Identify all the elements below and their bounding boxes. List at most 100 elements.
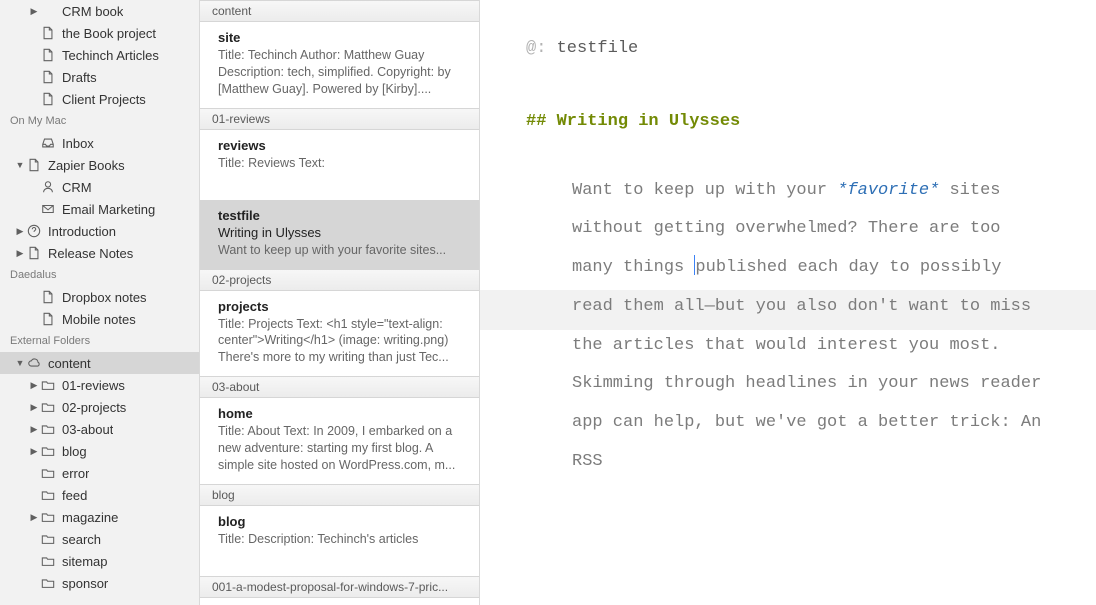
file-title: blog [218,514,465,529]
sidebar-item-icon [40,311,56,327]
sidebar-item-label: 02-projects [62,400,126,415]
sidebar-item-icon [40,69,56,85]
folder-icon [41,532,55,546]
sidebar-item-label: sponsor [62,576,108,591]
sidebar-item[interactable]: feed [0,484,199,506]
file-group-header: 001-a-modest-proposal-for-windows-7-pric… [200,576,479,598]
disclosure-right-icon[interactable]: ▶ [24,380,44,391]
file-list-item[interactable]: projects Title: Projects Text: <h1 style=… [200,291,479,377]
file-title: home [218,406,465,421]
sidebar-item[interactable]: ▶ blog [0,440,199,462]
keyword-line: @: testfile [526,30,1046,69]
file-list-item[interactable]: articletitle: A Modest Proposal for Wind… [200,598,479,605]
sidebar-item[interactable]: ▶ Release Notes [0,242,199,264]
disclosure-right-icon[interactable]: ▶ [24,446,44,457]
sidebar-item-label: Email Marketing [62,202,155,217]
editor[interactable]: @: testfile ## Writing in Ulysses Want t… [480,0,1096,605]
disclosure-right-icon[interactable]: ▶ [10,248,30,259]
folder-icon [41,554,55,568]
file-list: content site Title: Techinch Author: Matth… [200,0,480,605]
folder-icon [41,488,55,502]
sidebar-item[interactable]: ▶ 03-about [0,418,199,440]
sidebar-item[interactable]: ▼ content [0,352,199,374]
folder-icon [41,466,55,480]
sidebar-item[interactable]: ▶01-reviews [0,374,199,396]
sidebar-item[interactable]: ▶ CRM book [0,0,199,22]
disclosure-right-icon[interactable]: ▶ [24,6,44,17]
sidebar-item[interactable]: Inbox [0,132,199,154]
body-emphasis: *favorite* [837,181,939,200]
file-title: projects [218,299,465,314]
sidebar-item-icon [40,135,56,151]
body-after: published each day to possibly read them… [572,258,1041,471]
disclosure-right-icon[interactable]: ▶ [24,424,44,435]
doc-icon [41,92,55,106]
file-list-item[interactable]: site Title: Techinch Author: Matthew Guay… [200,22,479,108]
file-group-header: content [200,0,479,22]
file-preview: Title: About Text: In 2009, I embarked o… [218,423,465,474]
person-icon [41,180,55,194]
sidebar-item[interactable]: search [0,528,199,550]
sidebar-item-label: CRM book [62,4,123,19]
sidebar-item[interactable]: Techinch Articles [0,44,199,66]
sidebar-item-label: Mobile notes [62,312,136,327]
disclosure-down-icon[interactable]: ▼ [10,358,30,368]
sidebar-item-label: Zapier Books [48,158,125,173]
doc-icon [41,70,55,84]
file-title: testfile [218,208,465,223]
doc-icon [41,290,55,304]
sidebar-item-label: 03-about [62,422,113,437]
file-preview: Title: Projects Text: <h1 style="text-al… [218,316,465,367]
file-preview: Title: Techinch Author: Matthew Guay Des… [218,47,465,98]
file-preview: Title: Description: Techinch's articles [218,531,465,548]
sidebar-item[interactable]: sitemap [0,550,199,572]
editor-body[interactable]: Want to keep up with your *favorite* sit… [526,172,1046,482]
sidebar-item[interactable]: ▶magazine [0,506,199,528]
sidebar-item-label: the Book project [62,26,156,41]
disclosure-right-icon[interactable]: ▶ [24,402,44,413]
file-title: reviews [218,138,465,153]
file-list-item[interactable]: testfileWriting in UlyssesWant to keep u… [200,200,479,269]
inbox-icon [41,136,55,150]
sidebar-item[interactable]: the Book project [0,22,199,44]
sidebar-item-icon [40,201,56,217]
sidebar-item[interactable]: error [0,462,199,484]
file-list-item[interactable]: reviewsTitle: Reviews Text: [200,130,479,200]
sidebar-item[interactable]: Email Marketing [0,198,199,220]
sidebar: ▶ CRM book the Book project Techinch Articl… [0,0,200,605]
sidebar-item[interactable]: ▶Introduction [0,220,199,242]
sidebar-item[interactable]: CRM [0,176,199,198]
doc-icon [41,312,55,326]
sidebar-item[interactable]: ▶ 02-projects [0,396,199,418]
doc-icon [41,26,55,40]
disclosure-down-icon[interactable]: ▼ [10,160,30,170]
sidebar-item[interactable]: ▼ Zapier Books [0,154,199,176]
sidebar-item-label: error [62,466,89,481]
file-list-item[interactable]: blog Title: Description: Techinch's artic… [200,506,479,576]
sidebar-item[interactable]: Dropbox notes [0,286,199,308]
sidebar-item-label: search [62,532,101,547]
sidebar-item-icon [40,47,56,63]
sidebar-item-label: Drafts [62,70,97,85]
sidebar-item-label: blog [62,444,87,459]
sidebar-item-label: feed [62,488,87,503]
sidebar-item[interactable]: Mobile notes [0,308,199,330]
sidebar-item[interactable]: Drafts [0,66,199,88]
file-group-header: blog [200,484,479,506]
sidebar-item-icon [40,531,56,547]
file-title: site [218,30,465,45]
sidebar-item[interactable]: sponsor [0,572,199,594]
sidebar-item-label: Release Notes [48,246,133,261]
sidebar-item-label: Dropbox notes [62,290,147,305]
sidebar-item-label: content [48,356,91,371]
file-list-item[interactable]: home Title: About Text: In 2009, I embark… [200,398,479,484]
sidebar-item-label: CRM [62,180,92,195]
file-group-header: 03-about [200,376,479,398]
disclosure-right-icon[interactable]: ▶ [24,512,44,523]
sidebar-item[interactable]: Client Projects [0,88,199,110]
folder-icon [41,576,55,590]
sidebar-item-icon [40,179,56,195]
sidebar-item-icon [40,487,56,503]
sidebar-section-header: External Folders [0,330,199,352]
disclosure-right-icon[interactable]: ▶ [10,226,30,237]
